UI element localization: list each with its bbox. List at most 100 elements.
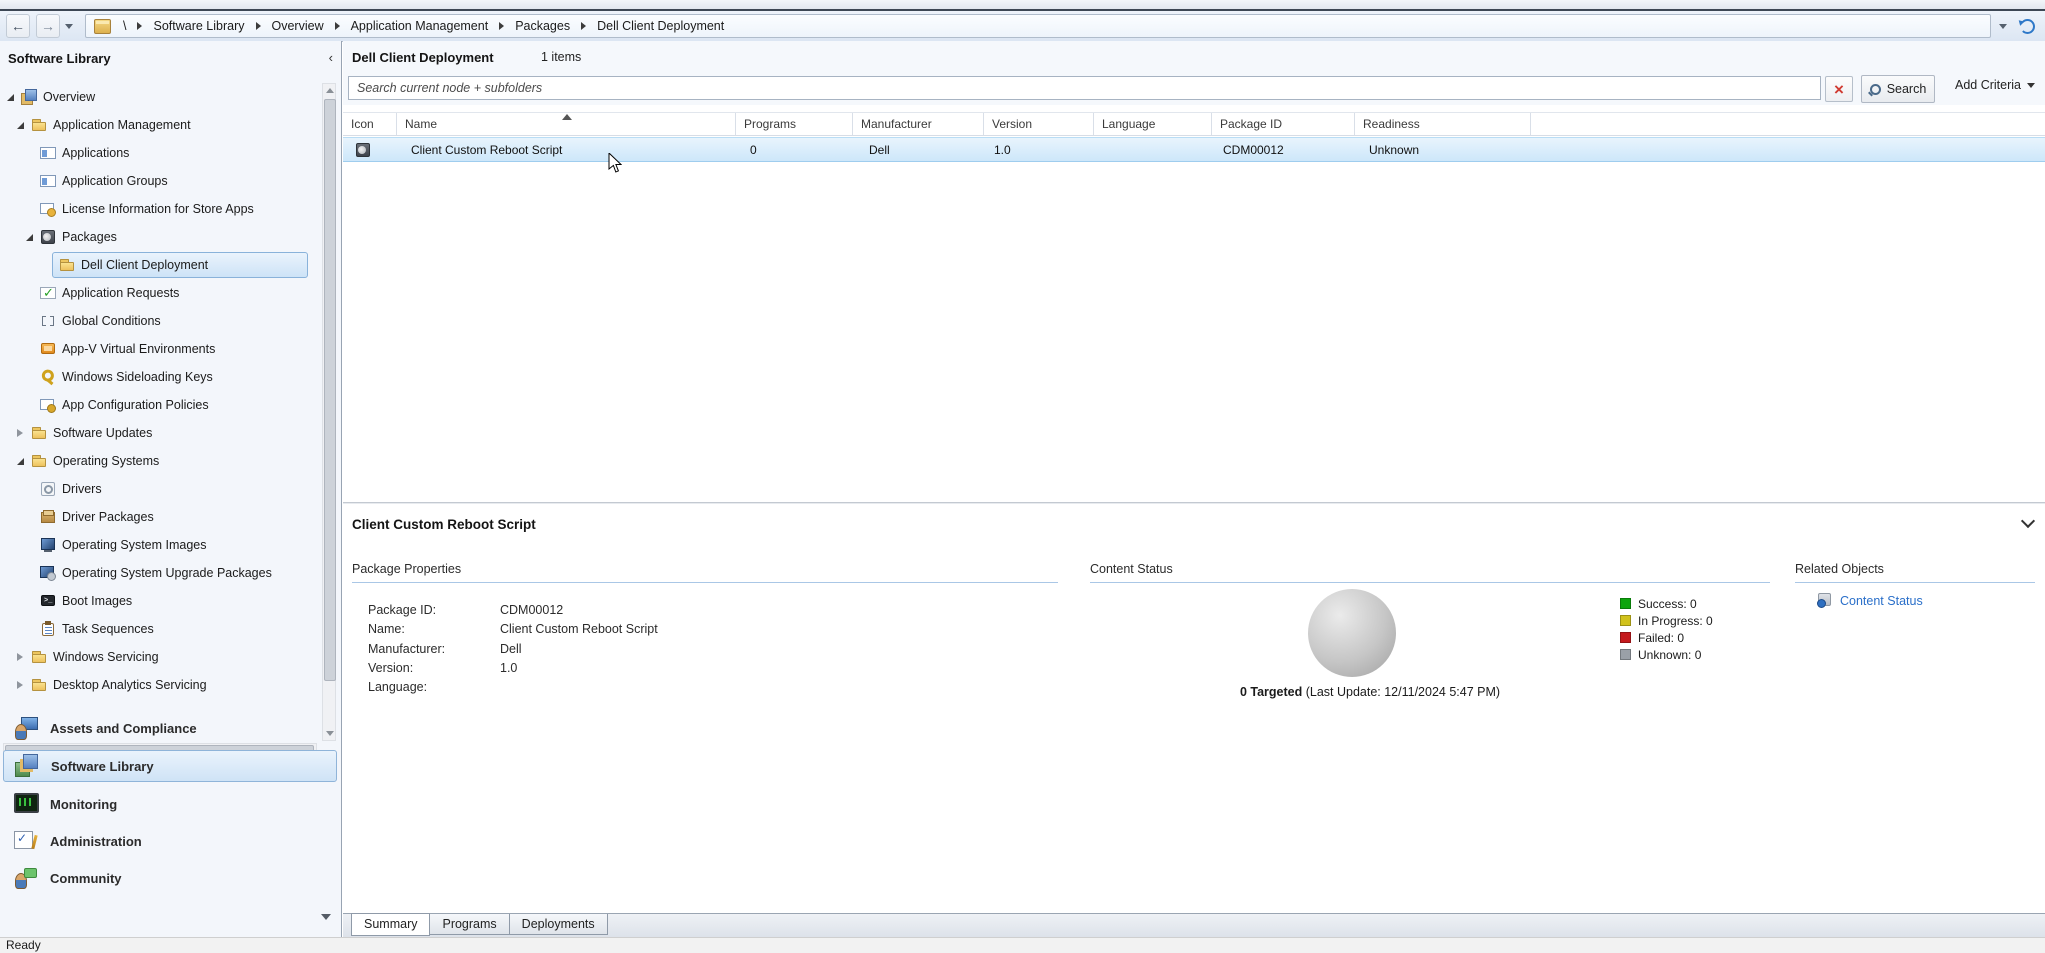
navigation-tree: Overview Application Management Applicat…	[0, 83, 320, 741]
sidebar-item-license-information[interactable]: License Information for Store Apps	[0, 195, 320, 223]
sidebar-item-application-management[interactable]: Application Management	[0, 111, 320, 139]
column-header-icon[interactable]: Icon	[343, 113, 397, 135]
breadcrumb-item-overview[interactable]: Overview	[272, 19, 324, 33]
legend-failed: Failed: 0	[1620, 629, 1713, 646]
content-status-link[interactable]: Content Status	[1840, 594, 1923, 608]
targeted-summary: 0 Targeted (Last Update: 12/11/2024 5:47…	[1090, 685, 1650, 699]
folder-icon	[31, 453, 47, 469]
collapse-pane-icon[interactable]: ‹	[329, 51, 333, 65]
os-images-icon	[40, 537, 56, 553]
sidebar-item-desktop-analytics-servicing[interactable]: Desktop Analytics Servicing	[0, 671, 320, 699]
expander-icon[interactable]	[26, 234, 40, 241]
tab-summary[interactable]: Summary	[351, 913, 430, 936]
selected-tree-item[interactable]: Dell Client Deployment	[52, 252, 308, 278]
sidebar-item-appv-virtual-environments[interactable]: App-V Virtual Environments	[0, 335, 320, 363]
boot-images-icon	[40, 593, 56, 609]
sidebar-item-packages[interactable]: Packages	[0, 223, 320, 251]
legend-success: Success: 0	[1620, 595, 1713, 612]
workspace-administration[interactable]: Administration	[3, 826, 337, 856]
column-header-name[interactable]: Name	[397, 113, 736, 135]
key-icon	[37, 366, 60, 389]
content-status-pie-chart	[1308, 589, 1396, 677]
sidebar-item-boot-images[interactable]: Boot Images	[0, 587, 320, 615]
breadcrumb-root[interactable]: \	[123, 19, 126, 33]
sidebar-item-driver-packages[interactable]: Driver Packages	[0, 503, 320, 531]
expander-icon[interactable]	[17, 653, 31, 661]
sidebar-item-application-requests[interactable]: Application Requests	[0, 279, 320, 307]
add-criteria-button[interactable]: Add Criteria	[1955, 78, 2035, 92]
sidebar-item-operating-system-images[interactable]: Operating System Images	[0, 531, 320, 559]
breadcrumb-item-dell-client-deployment[interactable]: Dell Client Deployment	[597, 19, 724, 33]
legend-in-progress: In Progress: 0	[1620, 612, 1713, 629]
folder-icon	[31, 649, 47, 665]
expander-icon[interactable]	[17, 122, 31, 129]
breadcrumb-bar: ← → \ Software Library Overview Applicat…	[0, 11, 2045, 42]
expander-icon[interactable]	[7, 94, 21, 101]
collapse-detail-chevron-icon[interactable]	[2021, 514, 2035, 528]
expander-icon[interactable]	[17, 681, 31, 689]
application-requests-icon	[40, 285, 56, 301]
detail-tab-strip: Summary Programs Deployments	[343, 913, 2045, 937]
breadcrumb-item-software-library[interactable]: Software Library	[153, 19, 244, 33]
workspace-monitoring[interactable]: Monitoring	[3, 789, 337, 819]
search-button[interactable]: Search	[1861, 75, 1935, 103]
failed-swatch-icon	[1620, 632, 1631, 643]
sidebar-item-overview[interactable]: Overview	[0, 83, 320, 111]
property-name: Name: Client Custom Reboot Script	[368, 620, 1058, 639]
column-header-language[interactable]: Language	[1094, 113, 1212, 135]
workspace-community[interactable]: Community	[3, 863, 337, 893]
address-dropdown-icon[interactable]	[1999, 24, 2007, 29]
appv-icon	[40, 341, 56, 357]
detail-panel: Client Custom Reboot Script Package Prop…	[343, 504, 2045, 913]
list-header: Dell Client Deployment 1 items	[343, 41, 2045, 73]
workspace-options-chevron-icon[interactable]	[321, 914, 331, 920]
search-input[interactable]	[348, 76, 1821, 100]
breadcrumb-address-bar[interactable]: \ Software Library Overview Application …	[85, 14, 1991, 38]
license-icon	[40, 201, 56, 217]
breadcrumb-item-application-management[interactable]: Application Management	[351, 19, 489, 33]
cell-manufacturer: Dell	[853, 138, 984, 161]
workspace-software-library[interactable]: Software Library	[3, 750, 337, 782]
sidebar-item-dell-client-deployment[interactable]: Dell Client Deployment	[0, 251, 320, 279]
sidebar-item-drivers[interactable]: Drivers	[0, 475, 320, 503]
column-header-version[interactable]: Version	[984, 113, 1094, 135]
sidebar-item-windows-sideloading-keys[interactable]: Windows Sideloading Keys	[0, 363, 320, 391]
table-row-selected[interactable]: Client Custom Reboot Script 0 Dell 1.0 C…	[343, 137, 2045, 162]
sidebar-item-task-sequences[interactable]: Task Sequences	[0, 615, 320, 643]
sidebar-item-operating-system-upgrade-packages[interactable]: Operating System Upgrade Packages	[0, 559, 320, 587]
column-header-readiness[interactable]: Readiness	[1355, 113, 1531, 135]
forward-button[interactable]: →	[36, 14, 60, 38]
sidebar-item-global-conditions[interactable]: Global Conditions	[0, 307, 320, 335]
sidebar-item-windows-servicing[interactable]: Windows Servicing	[0, 643, 320, 671]
back-button[interactable]: ←	[6, 14, 30, 38]
tab-deployments[interactable]: Deployments	[509, 914, 608, 935]
chevron-down-icon	[2027, 83, 2035, 88]
folder-icon	[31, 425, 47, 441]
software-library-icon	[14, 754, 40, 778]
scroll-up-icon[interactable]	[326, 88, 334, 93]
sidebar-item-operating-systems[interactable]: Operating Systems	[0, 447, 320, 475]
sidebar-item-software-updates[interactable]: Software Updates	[0, 419, 320, 447]
monitoring-icon	[13, 792, 39, 816]
workspace-assets-and-compliance[interactable]: Assets and Compliance	[3, 713, 337, 743]
sidebar-item-application-groups[interactable]: Application Groups	[0, 167, 320, 195]
clear-search-button[interactable]: ×	[1825, 76, 1853, 102]
cell-language	[1094, 138, 1212, 161]
breadcrumb-separator-icon	[137, 22, 142, 30]
tab-programs[interactable]: Programs	[429, 914, 509, 935]
expander-icon[interactable]	[17, 429, 31, 437]
folder-icon	[31, 117, 47, 133]
column-header-package-id[interactable]: Package ID	[1212, 113, 1355, 135]
column-header-manufacturer[interactable]: Manufacturer	[853, 113, 984, 135]
expander-icon[interactable]	[17, 458, 31, 465]
sidebar-item-app-configuration-policies[interactable]: App Configuration Policies	[0, 391, 320, 419]
refresh-button[interactable]	[2017, 16, 2037, 36]
workspace-switcher: Assets and Compliance Software Library M…	[3, 713, 337, 900]
tree-vertical-scrollbar[interactable]	[322, 83, 336, 741]
breadcrumb-item-packages[interactable]: Packages	[515, 19, 570, 33]
sidebar-item-applications[interactable]: Applications	[0, 139, 320, 167]
applications-icon	[40, 145, 56, 161]
history-dropdown-icon[interactable]	[65, 24, 73, 29]
column-header-programs[interactable]: Programs	[736, 113, 853, 135]
scrollbar-thumb[interactable]	[324, 99, 336, 681]
